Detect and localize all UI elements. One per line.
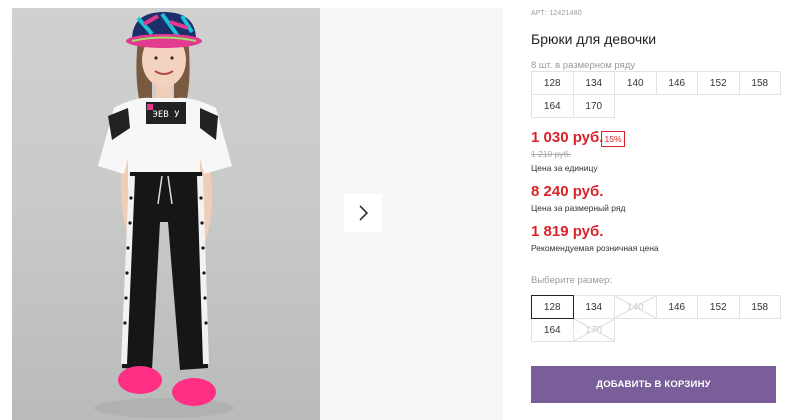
retail-price-caption: Рекомендуемая розничная цена [531, 243, 659, 253]
unavailable-cross-icon [574, 319, 615, 341]
range-price-caption: Цена за размерный ряд [531, 203, 626, 213]
select-size-caption: Выберите размер: [531, 275, 613, 286]
size-option-label: 158 [751, 301, 769, 313]
product-title: Брюки для девочки [531, 31, 657, 47]
unit-price-caption: Цена за единицу [531, 163, 598, 173]
girl-in-trousers-illustration: ЭЕВ У [94, 12, 234, 418]
unit-price: 1 030 руб. [531, 129, 604, 146]
gallery-next-button[interactable] [344, 194, 382, 232]
size-option-152[interactable]: 152 [697, 295, 740, 319]
size-option-label: 146 [668, 301, 686, 313]
size-option-128[interactable]: 128 [531, 295, 574, 319]
size-range-cell: 170 [572, 94, 615, 118]
discount-badge: 15% [601, 131, 625, 147]
size-range-cell: 146 [655, 71, 698, 95]
svg-text:ЭЕВ У: ЭЕВ У [152, 110, 180, 120]
size-range-cell: 140 [614, 71, 657, 95]
size-selector: 128 134 140 146 152 158 164 170 [531, 295, 781, 342]
size-range-cell: 134 [572, 71, 615, 95]
size-option-170: 170 [572, 318, 615, 342]
size-range-caption: 8 шт. в размерном ряду [531, 60, 636, 71]
size-range-cell: 164 [531, 94, 574, 118]
size-option-label: 164 [543, 324, 561, 336]
product-gallery: ЭЕВ У [12, 8, 503, 420]
size-option-134[interactable]: 134 [572, 295, 615, 319]
chevron-right-icon [359, 205, 369, 221]
size-option-label: 152 [709, 301, 727, 313]
size-range-cell: 128 [531, 71, 574, 95]
size-option-164[interactable]: 164 [531, 318, 574, 342]
size-range-cell: 152 [697, 71, 740, 95]
size-option-label: 134 [585, 301, 603, 313]
unavailable-cross-icon [615, 296, 656, 318]
size-range-grid: 128 134 140 146 152 158 164 170 [531, 71, 781, 118]
retail-price: 1 819 руб. [531, 223, 604, 240]
range-price: 8 240 руб. [531, 183, 604, 200]
article-number: АРТ: 12421480 [531, 10, 582, 17]
size-option-158[interactable]: 158 [738, 295, 781, 319]
old-price: 1 210 руб. [531, 149, 571, 159]
add-to-cart-button[interactable]: ДОБАВИТЬ В КОРЗИНУ [531, 366, 776, 403]
size-option-label: 128 [543, 301, 561, 313]
size-option-146[interactable]: 146 [655, 295, 698, 319]
size-range-cell: 158 [738, 71, 781, 95]
size-option-140: 140 [614, 295, 657, 319]
product-photo: ЭЕВ У [12, 8, 320, 420]
